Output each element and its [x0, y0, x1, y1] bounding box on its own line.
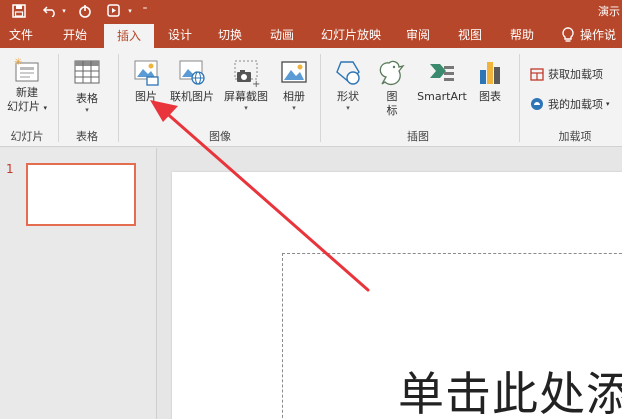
- tab-design[interactable]: 设计: [160, 22, 200, 48]
- my-addins-label: 我的加载项: [548, 98, 603, 111]
- undo-dropdown-icon[interactable]: ▾: [60, 2, 68, 20]
- chart-icon: [472, 58, 508, 88]
- new-slide-icon: ✳: [2, 56, 52, 86]
- shapes-icon: [328, 58, 368, 88]
- customize-qat-icon[interactable]: ⁼: [140, 2, 150, 20]
- shapes-button[interactable]: 形状 ▾: [328, 58, 368, 113]
- icons-label-2: 标: [386, 104, 398, 117]
- tab-tell-me[interactable]: 操作说: [580, 22, 622, 48]
- undo-icon[interactable]: [42, 2, 58, 20]
- group-label-illustrations: 插图: [407, 130, 429, 143]
- tab-slideshow[interactable]: 幻灯片放映: [316, 22, 386, 48]
- group-separator: [320, 54, 321, 142]
- slide-thumbnails-pane: 1: [0, 148, 156, 419]
- group-separator: [519, 54, 520, 142]
- smartart-button[interactable]: SmartArt: [414, 58, 470, 104]
- ribbon-tabs: 文件 开始 插入 设计 切换 动画 幻灯片放映 审阅 视图 帮助 操作说: [0, 22, 622, 48]
- photo-album-dropdown-icon: ▾: [292, 104, 296, 112]
- icons-icon: [374, 58, 410, 88]
- tab-view[interactable]: 视图: [450, 22, 490, 48]
- picture-button[interactable]: 图片: [126, 58, 166, 104]
- photo-album-label: 相册: [283, 90, 305, 103]
- screenshot-label: 屏幕截图: [224, 90, 268, 103]
- new-slide-label-text: 幻灯片: [6, 100, 40, 113]
- tab-insert[interactable]: 插入: [104, 24, 154, 48]
- chart-button[interactable]: 图表: [472, 58, 508, 104]
- table-icon: [64, 58, 110, 86]
- start-from-beginning-icon[interactable]: [106, 2, 124, 20]
- title-bar: ▾ ▾ ⁼ 演示: [0, 0, 622, 22]
- tab-help[interactable]: 帮助: [502, 22, 542, 48]
- title-placeholder-text[interactable]: 单击此处添: [398, 358, 622, 419]
- ribbon-panel: ✳ 新建 幻灯片 ▾ 幻灯片 表格 ▾ 表格 图片 联机图片 + 屏幕截图 ▾: [0, 48, 622, 147]
- store-icon: [530, 67, 548, 81]
- tab-animations[interactable]: 动画: [262, 22, 302, 48]
- group-separator: [58, 54, 59, 142]
- window-title: 演示: [598, 5, 620, 18]
- my-addins-button[interactable]: 我的加载项 ▾: [530, 95, 610, 113]
- screenshot-button[interactable]: + 屏幕截图 ▾: [220, 58, 272, 113]
- redo-icon[interactable]: [77, 2, 93, 20]
- tab-home[interactable]: 开始: [54, 22, 96, 48]
- slide-thumbnail[interactable]: [26, 163, 136, 226]
- icons-button[interactable]: 图 标: [374, 58, 410, 118]
- tab-file[interactable]: 文件: [0, 22, 42, 48]
- photo-album-button[interactable]: 相册 ▾: [274, 58, 314, 113]
- table-button[interactable]: 表格 ▾: [64, 58, 110, 115]
- my-addins-icon: [530, 97, 548, 111]
- new-slide-label-1: 新建: [16, 86, 38, 99]
- get-addins-label: 获取加载项: [548, 68, 603, 81]
- lightbulb-icon[interactable]: [561, 27, 575, 43]
- svg-text:✳: ✳: [14, 57, 22, 68]
- new-slide-label-2: 幻灯片 ▾: [6, 100, 47, 113]
- tab-review[interactable]: 审阅: [398, 22, 438, 48]
- new-slide-button[interactable]: ✳ 新建 幻灯片 ▾: [2, 56, 52, 115]
- save-icon[interactable]: [10, 2, 28, 20]
- group-label-tables: 表格: [76, 130, 98, 143]
- online-picture-icon: [166, 58, 218, 88]
- table-label: 表格: [76, 92, 98, 105]
- my-addins-dropdown-icon[interactable]: ▾: [606, 100, 610, 108]
- tab-transitions[interactable]: 切换: [210, 22, 250, 48]
- photo-album-icon: [274, 58, 314, 88]
- chart-label: 图表: [479, 90, 501, 103]
- get-addins-button[interactable]: 获取加载项: [530, 65, 603, 83]
- online-picture-label: 联机图片: [170, 90, 214, 103]
- qat-dropdown-icon[interactable]: ▾: [126, 2, 134, 20]
- group-label-slides: 幻灯片: [10, 130, 44, 143]
- svg-text:+: +: [252, 79, 260, 88]
- picture-icon: [126, 58, 166, 88]
- shapes-dropdown-icon: ▾: [346, 104, 350, 112]
- slide-number: 1: [6, 162, 14, 176]
- icons-label-1: 图: [386, 90, 398, 103]
- smartart-icon: [414, 58, 470, 88]
- picture-label: 图片: [135, 90, 157, 103]
- group-label-images: 图像: [209, 130, 231, 143]
- table-dropdown-icon: ▾: [85, 106, 89, 114]
- shapes-label: 形状: [337, 90, 359, 103]
- group-separator: [118, 54, 119, 142]
- group-label-addins: 加载项: [558, 130, 592, 143]
- online-picture-button[interactable]: 联机图片: [166, 58, 218, 104]
- screenshot-dropdown-icon: ▾: [244, 104, 248, 112]
- smartart-label: SmartArt: [417, 90, 467, 103]
- screenshot-icon: +: [220, 58, 272, 88]
